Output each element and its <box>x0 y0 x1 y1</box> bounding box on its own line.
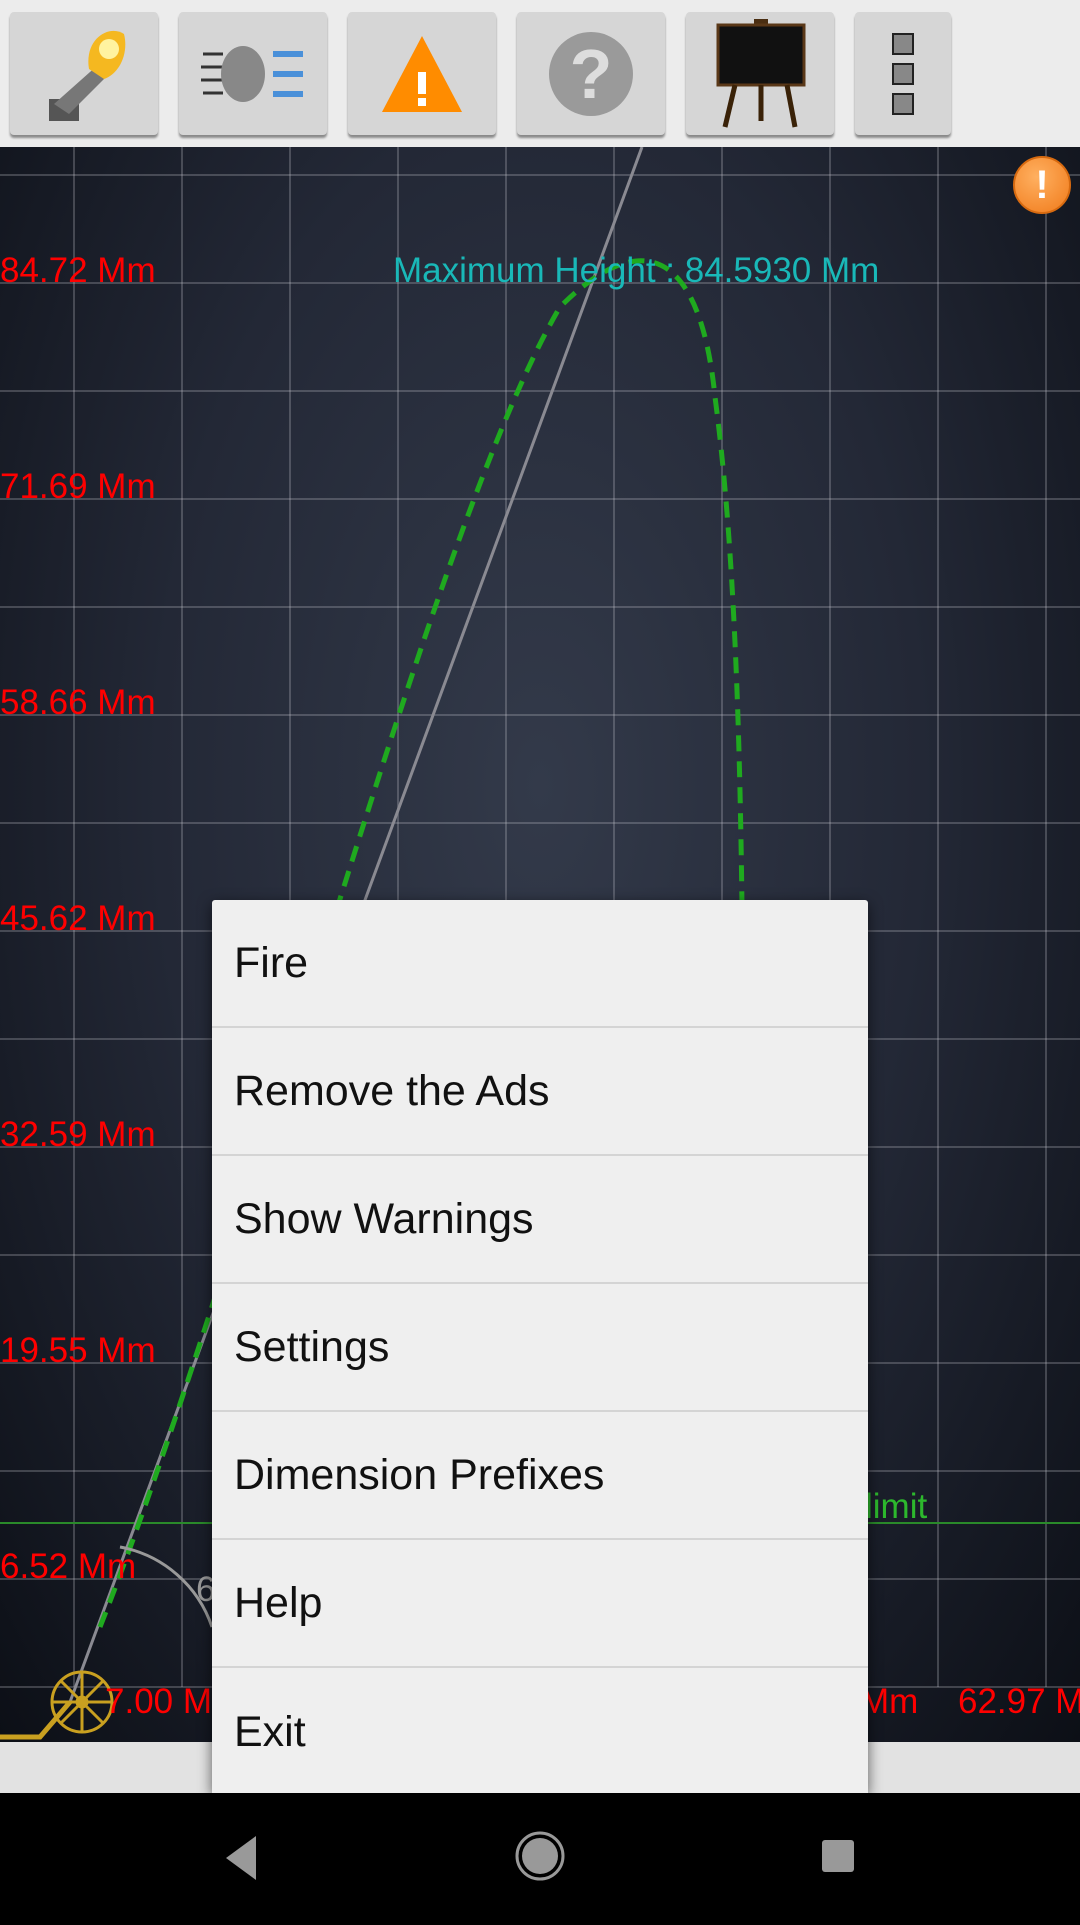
limit-label: limit <box>865 1487 928 1526</box>
menu-item-fire[interactable]: Fire <box>212 900 868 1028</box>
y-axis-label: 58.66 Mm <box>0 683 156 722</box>
help-button[interactable]: ? <box>517 12 665 135</box>
cannon-wheel-icon <box>50 1670 114 1734</box>
x-axis-label: 7.00 M <box>105 1682 212 1721</box>
y-axis-label: 45.62 Mm <box>0 899 156 938</box>
max-height-label: Maximum Height : 84.5930 Mm <box>393 251 880 290</box>
y-axis-label: 6.52 Mm <box>0 1547 137 1586</box>
options-menu: Fire Remove the Ads Show Warnings Settin… <box>212 900 868 1793</box>
overflow-menu-icon <box>892 32 914 115</box>
system-nav-bar <box>0 1793 1080 1920</box>
warnings-button[interactable] <box>348 12 496 135</box>
air-resistance-button[interactable] <box>179 12 327 135</box>
menu-item-dimension-prefixes[interactable]: Dimension Prefixes <box>212 1412 868 1540</box>
menu-item-show-warnings[interactable]: Show Warnings <box>212 1156 868 1284</box>
help-icon: ? <box>549 31 633 116</box>
y-axis-label: 71.69 Mm <box>0 467 156 506</box>
toolbar: ? <box>0 0 1080 147</box>
blackboard-button[interactable] <box>686 12 834 135</box>
back-icon[interactable] <box>226 1836 256 1880</box>
cannon-fire-icon <box>49 30 126 121</box>
air-resistance-icon <box>201 45 303 102</box>
menu-item-remove-ads[interactable]: Remove the Ads <box>212 1028 868 1156</box>
warning-badge[interactable]: ! <box>1013 156 1071 214</box>
menu-item-help[interactable]: Help <box>212 1540 868 1668</box>
more-options-button[interactable] <box>855 12 951 135</box>
y-axis-label: 19.55 Mm <box>0 1331 156 1370</box>
menu-item-exit[interactable]: Exit <box>212 1668 868 1793</box>
x-axis-label: Mm <box>860 1682 919 1721</box>
y-axis-label: 84.72 Mm <box>0 251 156 290</box>
home-icon[interactable] <box>515 1831 565 1881</box>
blackboard-icon <box>716 18 806 128</box>
menu-item-settings[interactable]: Settings <box>212 1284 868 1412</box>
recents-icon[interactable] <box>822 1840 854 1872</box>
fire-button[interactable] <box>10 12 158 135</box>
y-axis-label: 32.59 Mm <box>0 1115 156 1154</box>
x-axis-label: 62.97 M <box>958 1682 1080 1721</box>
warning-icon <box>382 35 462 112</box>
